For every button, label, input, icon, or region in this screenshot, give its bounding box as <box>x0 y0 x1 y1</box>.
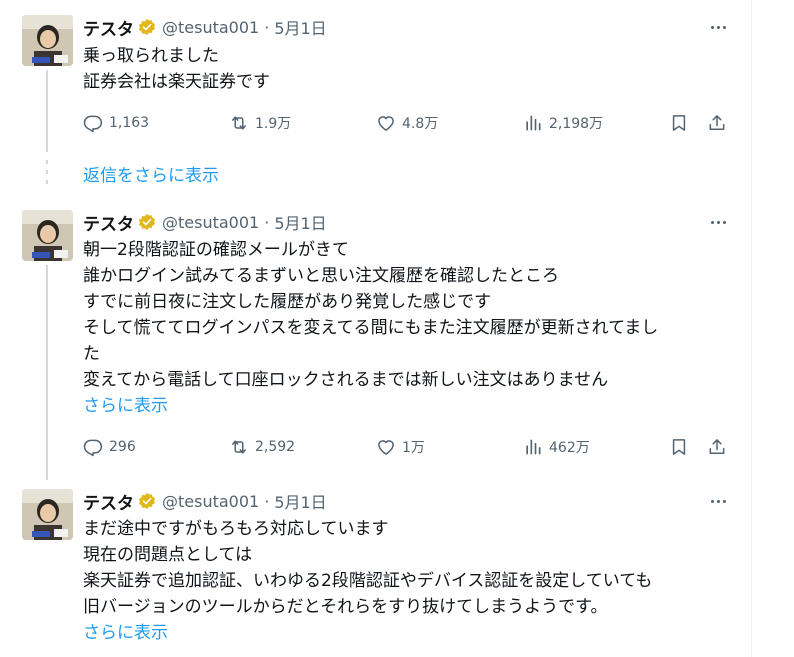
reply-button[interactable]: 296 <box>83 435 136 459</box>
separator: · <box>264 491 270 511</box>
verified-badge-icon <box>138 213 156 231</box>
more-icon[interactable] <box>706 210 730 234</box>
verified-badge-icon <box>138 18 156 36</box>
reply-count: 1,163 <box>109 115 150 131</box>
share-button[interactable] <box>707 111 727 135</box>
timestamp[interactable]: 5月1日 <box>274 210 326 234</box>
tweet-line: た <box>83 344 100 364</box>
bookmark-button[interactable] <box>669 111 689 135</box>
bookmark-button[interactable] <box>669 435 689 459</box>
retweet-button[interactable]: 2,592 <box>229 435 295 459</box>
more-icon[interactable] <box>706 15 730 39</box>
avatar[interactable] <box>22 489 73 540</box>
tweet-text: まだ途中ですがもろもろ対応しています 現在の問題点としては 楽天証券で追加認証、… <box>83 516 652 646</box>
views-button[interactable]: 2,198万 <box>523 111 603 135</box>
column-divider <box>751 0 752 657</box>
reply-icon <box>83 439 103 457</box>
show-more-link[interactable]: さらに表示 <box>83 620 652 646</box>
heart-icon <box>378 116 394 131</box>
tweet-line: 変えてから電話して口座ロックされるまでは新しい注文はありません <box>83 370 609 390</box>
views-icon <box>526 439 541 455</box>
share-icon <box>709 115 725 130</box>
handle[interactable]: @tesuta001 <box>162 492 259 511</box>
bookmark-icon <box>672 439 686 455</box>
tweet-line: まだ途中ですがもろもろ対応しています <box>83 519 389 539</box>
heart-icon <box>378 440 394 455</box>
like-count: 1万 <box>402 440 425 456</box>
reply-icon <box>83 115 103 133</box>
display-name[interactable]: テスタ <box>83 15 134 40</box>
timestamp[interactable]: 5月1日 <box>274 489 326 513</box>
tweet-line: 証券会社は楽天証券です <box>83 72 270 92</box>
view-count: 462万 <box>549 440 590 456</box>
views-button[interactable]: 462万 <box>523 435 590 459</box>
tweet-text: 乗っ取られました 証券会社は楽天証券です <box>83 43 270 95</box>
separator: · <box>264 212 270 232</box>
retweet-icon <box>232 116 246 130</box>
action-bar: 296 2,592 1万 462万 <box>83 435 733 459</box>
show-more-link[interactable]: さらに表示 <box>83 393 658 419</box>
tweet-line: 誰かログイン試みてるまずいと思い注文履歴を確認したところ <box>83 266 559 286</box>
avatar[interactable] <box>22 15 73 66</box>
display-name[interactable]: テスタ <box>83 489 134 514</box>
avatar[interactable] <box>22 210 73 261</box>
like-button[interactable]: 1万 <box>376 435 425 459</box>
view-count: 2,198万 <box>549 116 604 132</box>
retweet-count: 1.9万 <box>255 116 292 132</box>
thread-line <box>46 70 48 152</box>
tweet-header: テスタ @tesuta001 · 5月1日 <box>83 489 327 514</box>
tweet-text: 朝一2段階認証の確認メールがきて 誰かログイン試みてるまずいと思い注文履歴を確認… <box>83 237 658 419</box>
reply-count: 296 <box>109 439 136 455</box>
thread-line <box>46 265 48 480</box>
tweet-header: テスタ @tesuta001 · 5月1日 <box>83 15 327 40</box>
tweet-line: 朝一2段階認証の確認メールがきて <box>83 240 349 260</box>
show-more-replies-link[interactable]: 返信をさらに表示 <box>83 161 219 186</box>
share-button[interactable] <box>707 435 727 459</box>
views-icon <box>526 115 541 131</box>
tweet-line: 乗っ取られました <box>83 46 219 66</box>
tweet-header: テスタ @tesuta001 · 5月1日 <box>83 210 327 235</box>
timeline: テスタ @tesuta001 · 5月1日 乗っ取られました 証券会社は楽天証券… <box>0 0 752 657</box>
tweet-line: そして慌ててログインパスを変えてる間にもまた注文履歴が更新されてまし <box>83 318 659 338</box>
retweet-count: 2,592 <box>255 439 296 455</box>
handle[interactable]: @tesuta001 <box>162 213 259 232</box>
more-icon[interactable] <box>706 489 730 513</box>
retweet-button[interactable]: 1.9万 <box>229 111 291 135</box>
bookmark-icon <box>672 115 686 131</box>
tweet-line: すでに前日夜に注文した履歴があり発覚した感じです <box>83 292 492 312</box>
reply-button[interactable]: 1,163 <box>83 111 149 135</box>
handle[interactable]: @tesuta001 <box>162 18 259 37</box>
tweet-line: 旧バージョンのツールからだとそれらをすり抜けてしまうようです。 <box>83 597 608 617</box>
tweet-line: 楽天証券で追加認証、いわゆる2段階認証やデバイス認証を設定していても <box>83 571 653 591</box>
retweet-icon <box>232 440 246 454</box>
like-count: 4.8万 <box>402 116 439 132</box>
verified-badge-icon <box>138 492 156 510</box>
tweet-line: 現在の問題点としては <box>83 545 253 565</box>
thread-gap-dots <box>46 160 48 190</box>
timestamp[interactable]: 5月1日 <box>274 15 326 39</box>
display-name[interactable]: テスタ <box>83 210 134 235</box>
separator: · <box>264 17 270 37</box>
action-bar: 1,163 1.9万 4.8万 2,198万 <box>83 111 733 135</box>
like-button[interactable]: 4.8万 <box>376 111 438 135</box>
share-icon <box>709 439 725 454</box>
